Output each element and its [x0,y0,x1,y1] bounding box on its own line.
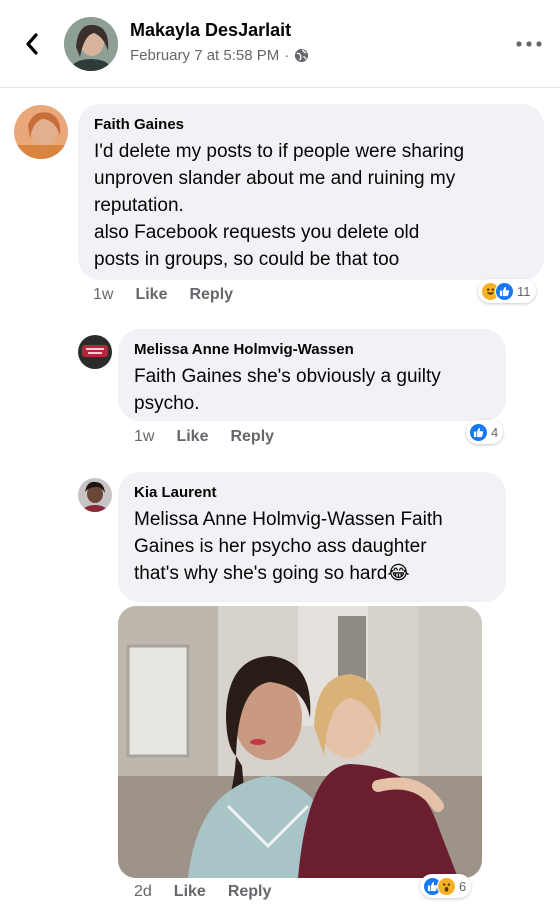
comment-bubble: Faith Gaines I'd delete my posts to if p… [78,104,544,280]
more-options-button[interactable] [514,30,544,58]
commenter-avatar[interactable] [14,105,68,159]
comment-bubble: Melissa Anne Holmvig-Wassen Faith Gaines… [118,329,506,421]
comment-author[interactable]: Melissa Anne Holmvig-Wassen [134,340,490,360]
comment-photo[interactable] [118,606,482,878]
like-button[interactable]: Like [174,883,206,901]
like-button[interactable]: Like [176,428,208,446]
reaction-count: 4 [491,424,499,440]
post-meta: February 7 at 5:58 PM · [130,47,309,64]
chevron-left-icon [26,33,38,55]
reply-button[interactable]: Reply [189,286,233,304]
poster-avatar[interactable] [64,17,118,71]
comment-text: I'd delete my posts to if people were sh… [94,141,465,270]
post-timestamp[interactable]: February 7 at 5:58 PM [130,47,279,64]
comment-actions: 1w Like Reply [134,428,296,446]
like-button[interactable]: Like [135,286,167,304]
reaction-count: 11 [517,283,531,299]
reply-button[interactable]: Reply [230,428,274,446]
like-reaction-icon [495,281,514,301]
laughing-emoji-icon: 😂 [387,563,410,584]
reaction-count: 6 [459,878,467,894]
comment-text: Faith Gaines she's obviously a guilty ps… [134,366,441,414]
comment-actions: 1w Like Reply [93,286,255,304]
comment-time[interactable]: 1w [134,428,154,446]
commenter-avatar[interactable] [78,478,112,512]
commenter-avatar[interactable] [78,335,112,369]
comment-time[interactable]: 2d [134,883,152,901]
comment-author[interactable]: Faith Gaines [94,115,528,135]
wow-reaction-icon [437,876,456,896]
globe-icon [295,48,309,63]
reaction-summary[interactable]: 4 [466,420,504,444]
like-reaction-icon [469,422,488,442]
meta-separator: · [284,47,290,64]
more-horizontal-icon [516,41,542,47]
back-button[interactable] [14,26,50,62]
poster-name[interactable]: Makayla DesJarlait [130,20,291,41]
reaction-summary[interactable]: 6 [420,874,472,898]
reaction-summary[interactable]: 11 [478,279,536,303]
reply-button[interactable]: Reply [228,883,272,901]
comment-actions: 2d Like Reply [134,883,293,901]
post-header: Makayla DesJarlait February 7 at 5:58 PM… [0,0,560,88]
comment-time[interactable]: 1w [93,286,113,304]
comment-author[interactable]: Kia Laurent [134,483,490,503]
comment-text: Melissa Anne Holmvig-Wassen Faith Gaines… [134,506,490,587]
comment-bubble: Kia Laurent Melissa Anne Holmvig-Wassen … [118,472,506,602]
